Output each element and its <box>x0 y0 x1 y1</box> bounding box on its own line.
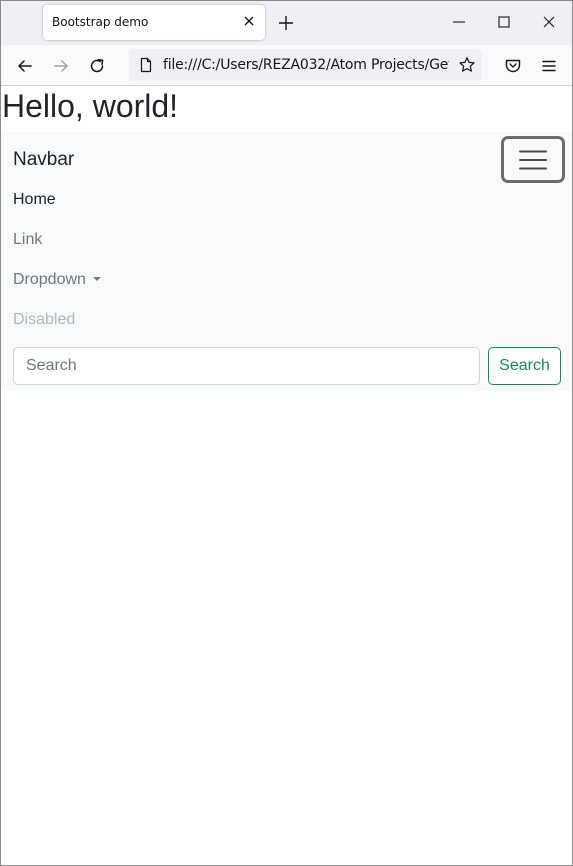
caret-down-icon <box>92 277 101 281</box>
navigation-toolbar: file:///C:/Users/REZA032/Atom Projects/G… <box>1 45 572 86</box>
browser-window: Bootstrap demo file:///C:/Users/REZA032/… <box>0 0 573 866</box>
nav-link-link[interactable]: Link <box>13 230 42 250</box>
url-text[interactable]: file:///C:/Users/REZA032/Atom Projects/G… <box>163 57 449 73</box>
search-input[interactable] <box>13 347 480 385</box>
hamburger-icon[interactable] <box>538 55 560 77</box>
page-icon <box>138 57 154 73</box>
navbar-toggler-button[interactable] <box>501 136 565 183</box>
pocket-icon[interactable] <box>502 55 524 77</box>
maximize-icon[interactable] <box>493 11 515 33</box>
navbar: Navbar Home Link Dropdown Disabled Searc… <box>1 131 572 391</box>
plus-icon[interactable] <box>275 12 297 34</box>
navbar-brand[interactable]: Navbar <box>13 149 74 171</box>
reload-icon[interactable] <box>86 55 108 77</box>
nav-link-home[interactable]: Home <box>13 190 56 210</box>
hamburger-icon <box>519 150 547 170</box>
close-icon[interactable] <box>538 11 560 33</box>
tab-bar: Bootstrap demo <box>1 1 572 45</box>
tab-title: Bootstrap demo <box>52 15 149 29</box>
tab-bootstrap-demo[interactable]: Bootstrap demo <box>43 5 265 40</box>
nav-dropdown-toggle[interactable]: Dropdown <box>13 270 101 290</box>
arrow-left-icon[interactable] <box>14 55 36 77</box>
page-heading: Hello, world! <box>2 88 179 124</box>
nav-dropdown-label: Dropdown <box>13 271 86 288</box>
page-content: Hello, world! Navbar Home Link Dropdown … <box>1 86 572 865</box>
arrow-right-icon[interactable] <box>50 55 72 77</box>
nav-link-disabled: Disabled <box>13 311 76 328</box>
star-icon[interactable] <box>458 56 476 74</box>
url-bar[interactable]: file:///C:/Users/REZA032/Atom Projects/G… <box>129 49 482 81</box>
minimize-icon[interactable] <box>448 11 470 33</box>
close-icon[interactable] <box>241 13 257 29</box>
search-button[interactable]: Search <box>488 347 561 385</box>
